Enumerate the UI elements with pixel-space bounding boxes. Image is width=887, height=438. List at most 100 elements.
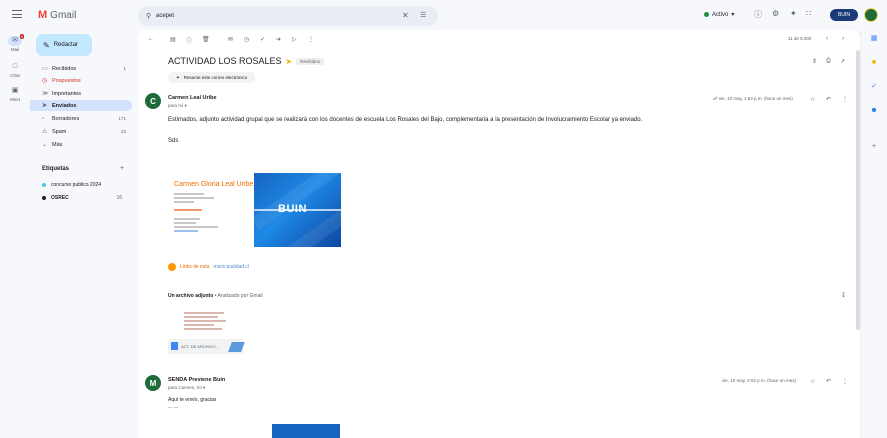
- status-indicator[interactable]: Activo ▾: [704, 11, 734, 18]
- avatar[interactable]: [864, 8, 878, 22]
- add-addon-icon[interactable]: +: [869, 142, 879, 152]
- recipient-line[interactable]: para mí ▾: [168, 103, 187, 109]
- next-icon[interactable]: ›: [842, 36, 844, 42]
- gmail-logo[interactable]: M Gmail: [38, 9, 76, 21]
- more-vert-icon[interactable]: ⋮: [842, 96, 848, 103]
- add-label-icon[interactable]: +: [120, 165, 124, 172]
- spam-icon: ⚠: [42, 129, 48, 135]
- sidebar-item-count: 171: [118, 116, 126, 121]
- keep-icon[interactable]: ■: [869, 58, 879, 68]
- sidebar-item-snoozed[interactable]: ◷ Pospuestos: [30, 75, 132, 86]
- calendar-icon[interactable]: ▦: [869, 34, 879, 44]
- file-type-icon: [171, 342, 178, 350]
- download-all-icon[interactable]: ↧: [841, 292, 846, 299]
- tasks-icon[interactable]: ✓: [869, 82, 879, 92]
- main-menu-icon[interactable]: [12, 10, 22, 18]
- sender-avatar[interactable]: C: [145, 93, 161, 109]
- more-icon[interactable]: ⋮: [308, 36, 314, 43]
- apps-icon[interactable]: ∷: [806, 9, 811, 18]
- help-icon[interactable]: ⓘ: [754, 9, 762, 20]
- sender-name-text: SENDA Previene Buin: [168, 377, 226, 383]
- signature-line: [174, 230, 198, 232]
- rail-chat[interactable]: □ Chat: [0, 62, 30, 78]
- add-task-icon[interactable]: ✓: [260, 36, 265, 43]
- date-text: vie, 10 may, 2:02 p.m. (hace un mes): [722, 378, 796, 383]
- star-icon[interactable]: ☆: [810, 378, 815, 385]
- recipient-line[interactable]: para Carmen, mí ▾: [168, 385, 205, 391]
- compose-button[interactable]: ✎ Redactar: [36, 34, 92, 56]
- label-count: 16: [116, 195, 122, 201]
- star-icon[interactable]: ☆: [810, 96, 815, 103]
- print-icon[interactable]: ⇕: [812, 58, 817, 65]
- delete-icon[interactable]: 🗑: [202, 36, 210, 43]
- label-item[interactable]: OSREC 16: [42, 195, 132, 201]
- attachment-thumbnail[interactable]: ACT. DE ARCHIVO...: [168, 306, 245, 354]
- avatar-letter: C: [150, 96, 156, 106]
- label-color-dot: [42, 183, 46, 187]
- sidebar-item-spam[interactable]: ⚠ Spam 23: [30, 126, 132, 137]
- archive-icon[interactable]: ▤: [170, 36, 176, 43]
- gemini-icon[interactable]: ✦: [790, 9, 797, 18]
- open-new-window-icon[interactable]: ↗: [840, 58, 845, 65]
- link-url[interactable]: municipalidad.cl: [213, 264, 249, 270]
- back-icon[interactable]: ←: [148, 36, 154, 42]
- move-icon[interactable]: ➜: [276, 36, 281, 43]
- label-icon[interactable]: ▷: [292, 36, 297, 43]
- sidebar-item-sent[interactable]: ➤ Enviados: [30, 100, 132, 111]
- sender-avatar[interactable]: M: [145, 375, 161, 391]
- sidebar-item-drafts[interactable]: ▫ Borradores 171: [30, 113, 132, 124]
- print-icon-2[interactable]: ⎙: [826, 58, 831, 65]
- sidebar-item-label: Enviados: [52, 102, 77, 109]
- attachments-scan: Analizado por Gmail: [217, 293, 263, 299]
- clear-search-icon[interactable]: ✕: [402, 11, 409, 20]
- gear-icon[interactable]: ⚙: [772, 9, 779, 18]
- sidebar-item-important[interactable]: ≫ Importantes: [30, 88, 132, 99]
- mark-unread-icon[interactable]: ✉: [228, 36, 233, 43]
- link-label: Links de esta: [180, 264, 210, 270]
- signature-line: [174, 222, 196, 224]
- contacts-icon[interactable]: ☻: [869, 106, 879, 116]
- reply-icon[interactable]: ↶: [826, 378, 831, 385]
- sidebar-item-inbox[interactable]: ▭ Recibidos 1: [30, 63, 132, 74]
- label-item[interactable]: concurso publico 2024: [42, 182, 132, 188]
- video-icon: ▣: [11, 87, 19, 94]
- signature-line: [174, 193, 204, 195]
- status-dot: [704, 12, 709, 17]
- signature-line: [174, 226, 218, 228]
- inbox-icon: ▭: [42, 66, 48, 72]
- prev-icon[interactable]: ‹: [826, 36, 828, 42]
- search-bar[interactable]: ⚲ ✕ ☰: [138, 6, 438, 26]
- link-icon: [168, 263, 176, 271]
- search-input[interactable]: [156, 10, 356, 22]
- more-vert-icon[interactable]: ⋮: [842, 378, 848, 385]
- recipient-text: para mí: [168, 103, 184, 108]
- sender-name[interactable]: SENDA Previene Buin: [168, 377, 225, 383]
- sidebar-item-more[interactable]: ⌄ Más: [30, 139, 132, 150]
- reply-icon[interactable]: ↶: [826, 96, 831, 103]
- rail-meet[interactable]: ▣ Meet: [0, 86, 30, 102]
- message-body: Aquí te envío, gracias: [168, 397, 217, 403]
- labels-heading: Etiquetas: [42, 166, 70, 172]
- search-options-icon[interactable]: ☰: [420, 11, 426, 19]
- account-badge[interactable]: BUIN: [830, 9, 858, 21]
- scrollbar[interactable]: [856, 50, 860, 330]
- attachments-header: Un archivo adjunto • Analizado por Gmail: [168, 293, 263, 299]
- summarize-button[interactable]: ✦ Resume este correo electrónico: [168, 72, 256, 83]
- rail-meet-label: Meet: [9, 97, 20, 102]
- snooze-icon[interactable]: ◷: [244, 36, 249, 43]
- label-chip[interactable]: Recibidos: [296, 57, 325, 65]
- signature-link-row[interactable]: Links de esta municipalidad.cl: [168, 263, 249, 271]
- inline-image[interactable]: [272, 424, 340, 438]
- sender-name[interactable]: Carmen Leal Uribe: [168, 95, 217, 101]
- rail-mail-label: Mail: [10, 47, 20, 52]
- signature-line: [174, 218, 200, 220]
- search-icon[interactable]: ⚲: [146, 12, 151, 20]
- app-name: Gmail: [50, 9, 77, 21]
- rail-mail[interactable]: ✉ 9 Mail: [0, 34, 30, 52]
- sidebar-item-label: Importantes: [52, 90, 82, 97]
- buin-logo-image[interactable]: BUIN: [254, 173, 341, 247]
- report-icon[interactable]: ⓘ: [186, 36, 192, 45]
- signature-card: Carmen Gloria Leal Uribe: [168, 173, 255, 246]
- signature-dashes: — —: [168, 405, 179, 410]
- important-marker-icon[interactable]: ➤: [286, 57, 293, 66]
